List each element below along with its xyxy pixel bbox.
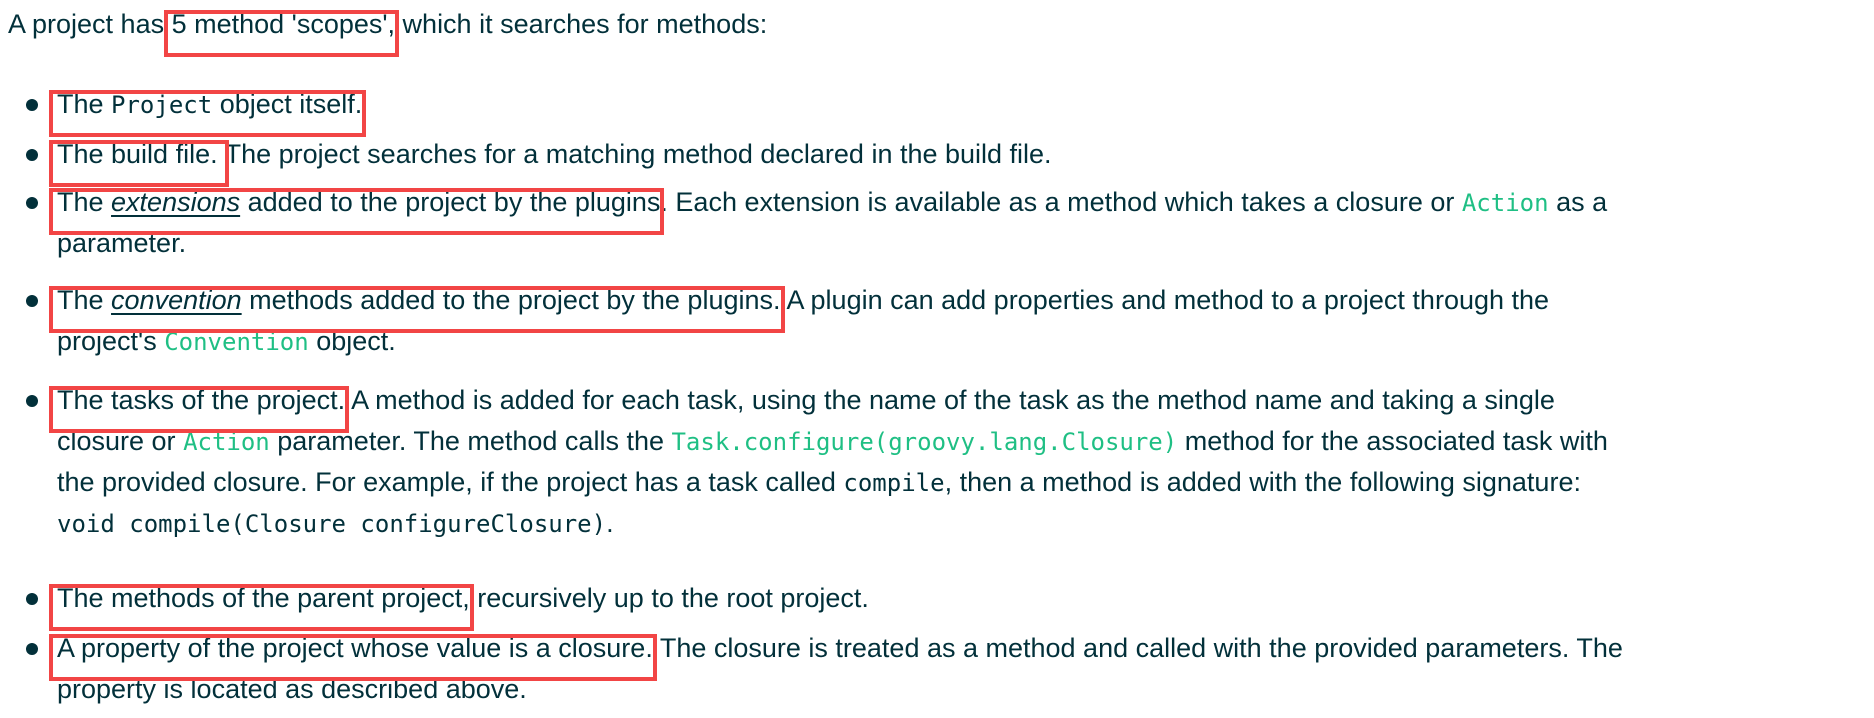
highlighted-text: added to the project by the plugins [240, 187, 661, 217]
highlighted-text: The tasks of the project. [57, 385, 346, 415]
code-reference: Convention [164, 328, 309, 356]
list-item-line: The build file. The project searches for… [57, 130, 1052, 179]
highlighted-text: A property of the project whose value is… [57, 633, 653, 663]
bullet-icon [26, 99, 38, 111]
highlighted-text: The [57, 285, 112, 315]
list-item-line: The extensions added to the project by t… [57, 178, 1607, 227]
highlighted-text: The [57, 187, 112, 217]
code-reference: compile [843, 469, 945, 497]
body-text: The closure is treated as a method and c… [652, 633, 1623, 663]
body-text: A plugin can add properties and method t… [780, 285, 1550, 315]
code-reference: void compile(Closure configureClosure) [57, 510, 607, 538]
body-text: The project searches for a matching meth… [224, 139, 1052, 169]
highlighted-text: object itself. [212, 89, 363, 119]
bullet-icon [26, 149, 38, 161]
list-item-line: The Project object itself. [57, 80, 362, 129]
highlighted-text: methods added to the project by the plug… [241, 285, 781, 315]
code-reference: Project [111, 91, 213, 119]
body-text: parameter. [57, 228, 187, 258]
body-text: object. [308, 326, 396, 356]
body-text: method for the associated task with [1177, 426, 1608, 456]
intro-paragraph: A project has 5 method 'scopes', which i… [8, 0, 767, 49]
bullet-icon [26, 593, 38, 605]
bullet-icon [26, 295, 38, 307]
body-text: project's [57, 326, 165, 356]
body-text: . Each extension is available as a metho… [660, 187, 1462, 217]
list-item-line: parameter. [57, 219, 186, 268]
body-text: recursively up to the root project. [469, 583, 869, 613]
intro-text-after: which it searches for methods: [395, 9, 768, 39]
bullet-icon [26, 197, 38, 209]
list-item-line: void compile(Closure configureClosure). [57, 499, 614, 548]
bullet-icon [26, 643, 38, 655]
list-item-line: property is located as described above. [57, 665, 527, 714]
body-text: A method is added for each task, using t… [345, 385, 1555, 415]
code-reference: Action [183, 428, 270, 456]
emphasized-term: extensions [111, 187, 241, 217]
bullet-icon [26, 395, 38, 407]
body-text: parameter. The method calls the [269, 426, 672, 456]
highlighted-text: The build file. [57, 139, 225, 169]
code-reference: Task.configure(groovy.lang.Closure) [671, 428, 1178, 456]
body-text: property is located as described above. [57, 674, 527, 704]
body-text: . [606, 508, 614, 538]
code-reference: Action [1461, 189, 1549, 217]
emphasized-term: convention [111, 285, 242, 315]
list-item-line: project's Convention object. [57, 317, 396, 366]
body-text: as a [1548, 187, 1608, 217]
body-text: , then a method is added with the follow… [944, 467, 1581, 497]
highlighted-text: The [57, 89, 112, 119]
intro-text-before: A project has [8, 9, 172, 39]
list-item-line: The methods of the parent project, recur… [57, 574, 869, 623]
body-text: the provided closure. For example, if th… [57, 467, 844, 497]
body-text: closure or [57, 426, 184, 456]
highlighted-text: The methods of the parent project, [57, 583, 470, 613]
intro-highlighted-phrase: 5 method 'scopes', [171, 9, 396, 39]
